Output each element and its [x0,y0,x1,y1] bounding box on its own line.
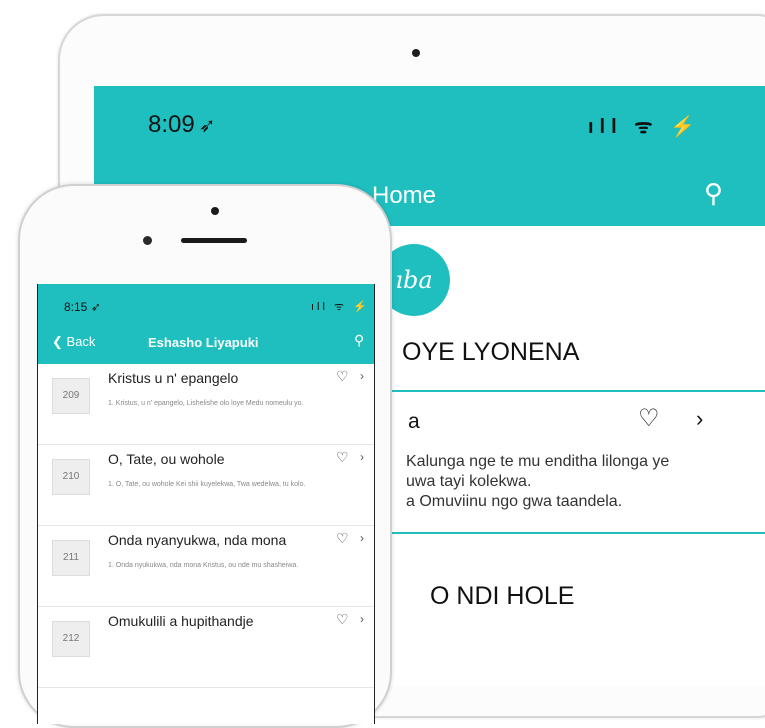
iphone-device: 8:15 ➶ ıll ᯤ ⚡ ❮ Back Eshasho Liyapuki ⚲… [18,184,392,728]
location-arrow-icon: ➶ [90,300,101,314]
chevron-right-icon[interactable]: › [360,369,364,383]
chevron-right-icon[interactable]: › [360,531,364,545]
phone-screen: 8:15 ➶ ıll ᯤ ⚡ ❮ Back Eshasho Liyapuki ⚲… [37,284,375,724]
search-icon[interactable]: ⚲ [354,332,364,349]
song-excerpt: 1. O, Tate, ou wohole Kei shii kuyelekwa… [108,481,306,488]
heart-icon[interactable]: ♡ [336,449,349,466]
phone-camera [211,207,219,215]
status-icons: ıll ᯤ ⚡ [588,116,701,138]
chevron-right-icon[interactable]: › [360,612,364,626]
nav-title: Home [372,182,437,209]
back-button[interactable]: ❮ Back [52,334,95,350]
heart-icon[interactable]: ♡ [336,530,349,547]
phone-sensor [143,236,152,245]
card-title: a [408,410,420,433]
chevron-right-icon[interactable]: › [696,406,703,432]
status-time: 8:09 ➶ [148,111,216,138]
song-list-item[interactable]: 211 Onda nyanyukwa, nda mona ♡ › 1. Onda… [38,526,374,607]
song-title: Onda nyanyukwa, nda mona [108,532,287,548]
heart-icon[interactable]: ♡ [336,611,349,628]
song-list-item[interactable]: 212 Omukulili a hupithandje ♡ › [38,607,374,688]
section-heading: OYE LYONENA [402,338,580,366]
status-icons: ıll ᯤ ⚡ [311,301,370,313]
song-number: 209 [52,378,90,414]
chevron-left-icon: ❮ [52,334,63,349]
song-list-item[interactable]: 209 Kristus u n' epangelo ♡ › 1. Kristus… [38,364,374,445]
song-title: O, Tate, ou wohole [108,451,225,467]
song-excerpt: 1. Onda nyukukwa, nda mona Kristus, ou n… [108,562,299,569]
section-heading: O NDI HOLE [430,582,575,610]
song-number: 211 [52,540,90,576]
heart-icon[interactable]: ♡ [336,368,349,385]
phone-speaker [181,238,247,243]
nav-title: Eshasho Liyapuki [148,335,259,350]
song-number: 212 [52,621,90,657]
song-title: Omukulili a hupithandje [108,613,254,629]
search-icon[interactable]: ⚲ [704,178,723,209]
card-body: Kalunga nge te mu enditha lilonga ye uwa… [406,453,670,510]
chevron-right-icon[interactable]: › [360,450,364,464]
song-list-item[interactable]: 210 O, Tate, ou wohole ♡ › 1. O, Tate, o… [38,445,374,526]
song-title: Kristus u n' epangelo [108,370,239,386]
featured-song-card[interactable]: a ♡ › Kalunga nge te mu enditha lilonga … [384,390,765,534]
status-time: 8:15 ➶ [64,300,101,314]
ipad-camera [412,49,420,57]
song-excerpt: 1. Kristus, u n' epangelo, Lishelishe ol… [108,400,304,407]
heart-icon[interactable]: ♡ [638,404,660,433]
location-arrow-icon: ➶ [198,115,216,137]
song-number: 210 [52,459,90,495]
phone-nav-bar: 8:15 ➶ ıll ᯤ ⚡ ❮ Back Eshasho Liyapuki ⚲ [38,284,374,364]
